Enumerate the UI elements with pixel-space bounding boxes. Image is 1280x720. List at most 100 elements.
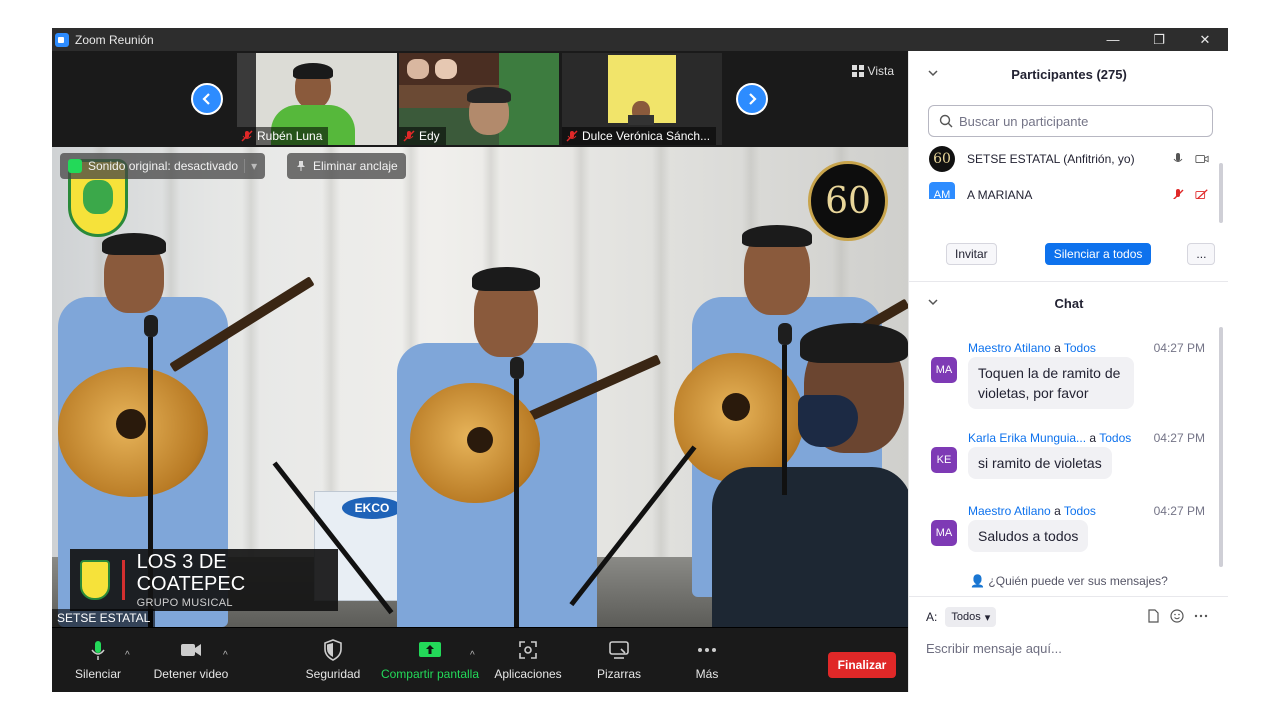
- avatar: MA: [931, 520, 957, 546]
- zoom-window: Zoom Reunión — ❐ ✕ Rubén Luna Edy Dulce …: [52, 28, 1228, 692]
- previous-page-button[interactable]: [191, 83, 223, 115]
- share-screen-icon: [419, 642, 441, 657]
- next-page-button[interactable]: [736, 83, 768, 115]
- meeting-toolbar: Silenciar ^ Detener video ^ Seguridad Co…: [52, 628, 908, 692]
- message-sender[interactable]: Karla Erika Munguia...: [968, 431, 1086, 445]
- chevron-down-icon: ▾: [984, 611, 991, 624]
- pin-icon: [297, 161, 305, 171]
- lower-third-caption: LOS 3 DE COATEPEC GRUPO MUSICAL: [70, 549, 338, 611]
- message-recipient[interactable]: Todos: [1099, 431, 1131, 445]
- message-text: Saludos a todos: [968, 520, 1089, 552]
- who-can-see-link[interactable]: 👤 ¿Quién puede ver sus mensajes?: [909, 574, 1228, 588]
- message-time: 04:27 PM: [1153, 504, 1205, 518]
- more-button[interactable]: Más: [692, 628, 722, 692]
- participant-thumbnail[interactable]: Dulce Verónica Sánch...: [562, 53, 722, 145]
- participant-thumbnail[interactable]: Rubén Luna: [237, 53, 397, 145]
- recipient-select[interactable]: Todos ▾: [945, 607, 997, 627]
- security-button[interactable]: Seguridad: [304, 628, 362, 692]
- mute-button[interactable]: Silenciar: [74, 628, 122, 692]
- whiteboards-button[interactable]: Pizarras: [596, 628, 642, 692]
- original-sound-toggle[interactable]: Sonido original: desactivado ▾: [60, 153, 266, 179]
- chevron-right-icon: [749, 93, 757, 105]
- whiteboard-icon: [609, 641, 629, 659]
- mic-muted-icon: [241, 130, 253, 142]
- participants-header: Participantes (275): [909, 54, 1228, 94]
- message-time: 04:27 PM: [1153, 341, 1205, 355]
- message-sender[interactable]: Maestro Atilano: [968, 341, 1051, 355]
- message-recipient[interactable]: Todos: [1064, 341, 1096, 355]
- participant-row[interactable]: 60 SETSE ESTATAL (Anfitrión, yo): [929, 145, 1209, 173]
- mic-muted-icon: [566, 130, 578, 142]
- message-text: si ramito de violetas: [968, 447, 1112, 479]
- view-button[interactable]: Vista: [846, 61, 900, 81]
- participant-name: A MARIANA: [967, 188, 1033, 199]
- main-video[interactable]: EKCO 60 Sonido original: desactivado ▾ E…: [52, 147, 908, 627]
- chat-message: MA Maestro Atilano a Todos 04:27 PM Toqu…: [931, 341, 1211, 411]
- invite-button[interactable]: Invitar: [946, 243, 997, 265]
- message-text: Toquen la de ramito de violetas, por fav…: [968, 357, 1134, 409]
- emoji-icon[interactable]: [1170, 609, 1184, 623]
- chevron-down-icon[interactable]: ▾: [244, 159, 257, 173]
- file-icon[interactable]: [1146, 609, 1160, 623]
- mute-all-button[interactable]: Silenciar a todos: [1044, 243, 1152, 265]
- microphone-icon[interactable]: [1171, 152, 1185, 166]
- video-camera-icon: [181, 644, 201, 656]
- caption-subtitle: GRUPO MUSICAL: [136, 597, 233, 609]
- message-recipient[interactable]: Todos: [1064, 504, 1096, 518]
- grid-view-icon: [851, 65, 864, 77]
- participant-name-label: Rubén Luna: [237, 127, 329, 145]
- apps-button[interactable]: Aplicaciones: [492, 628, 564, 692]
- shield-icon: [324, 639, 342, 661]
- caption-title: LOS 3 DE COATEPEC: [136, 551, 246, 595]
- microphone-icon: [91, 641, 105, 660]
- user-icon: 👤: [970, 574, 986, 588]
- zoom-app-icon: [55, 32, 69, 47]
- anniversary-60-logo: 60: [808, 161, 888, 241]
- restore-button[interactable]: ❐: [1136, 28, 1182, 51]
- title-bar: Zoom Reunión — ❐ ✕: [52, 28, 1228, 51]
- recipient-row: A: Todos ▾: [926, 607, 997, 627]
- more-icon[interactable]: [1194, 609, 1208, 623]
- participant-search[interactable]: [928, 105, 1213, 137]
- more-icon: [698, 648, 716, 652]
- end-meeting-button[interactable]: Finalizar: [828, 652, 896, 678]
- self-name-label: SETSE ESTATAL: [52, 609, 156, 627]
- participant-thumbnail[interactable]: Edy: [399, 53, 559, 145]
- chevron-down-icon[interactable]: [927, 296, 939, 308]
- chat-scrollbar[interactable]: [1219, 327, 1223, 567]
- stop-video-button[interactable]: Detener video: [152, 628, 230, 692]
- share-options-caret[interactable]: ^: [470, 650, 475, 661]
- chat-tools: [1146, 609, 1208, 623]
- minimize-button[interactable]: —: [1090, 28, 1136, 51]
- more-options-button[interactable]: ...: [1187, 243, 1216, 265]
- participant-search-input[interactable]: [959, 113, 1199, 129]
- avatar: KE: [931, 447, 957, 473]
- participant-row[interactable]: AM A MARIANA: [929, 181, 1209, 199]
- chat-message-input[interactable]: [926, 641, 1216, 656]
- avatar: 60: [929, 146, 955, 172]
- participants-scrollbar[interactable]: [1219, 163, 1223, 223]
- setse-logo: [80, 560, 110, 600]
- video-camera-icon[interactable]: [1195, 152, 1209, 166]
- chevron-left-icon: [202, 93, 210, 105]
- video-off-icon[interactable]: [1195, 188, 1209, 199]
- search-icon: [939, 114, 953, 128]
- avatar: MA: [931, 357, 957, 383]
- chat-header: Chat: [909, 283, 1228, 323]
- window-controls: — ❐ ✕: [1090, 28, 1228, 51]
- participant-name-label: Dulce Verónica Sánch...: [562, 127, 717, 145]
- mic-muted-icon[interactable]: [1171, 188, 1185, 199]
- video-options-caret[interactable]: ^: [223, 650, 228, 661]
- filmstrip: Rubén Luna Edy Dulce Verónica Sánch... V…: [52, 51, 908, 147]
- chevron-down-icon[interactable]: [927, 67, 939, 79]
- audio-options-caret[interactable]: ^: [125, 650, 130, 661]
- apps-icon: [519, 641, 537, 659]
- avatar: AM: [929, 182, 955, 199]
- unpin-button[interactable]: Eliminar anclaje: [287, 153, 406, 179]
- close-button[interactable]: ✕: [1182, 28, 1228, 51]
- side-panel: Participantes (275) 60 SETSE ESTATAL (An…: [908, 51, 1228, 692]
- participant-name-label: Edy: [399, 127, 446, 145]
- message-time: 04:27 PM: [1153, 431, 1205, 445]
- share-screen-button[interactable]: Compartir pantalla: [380, 628, 480, 692]
- message-sender[interactable]: Maestro Atilano: [968, 504, 1051, 518]
